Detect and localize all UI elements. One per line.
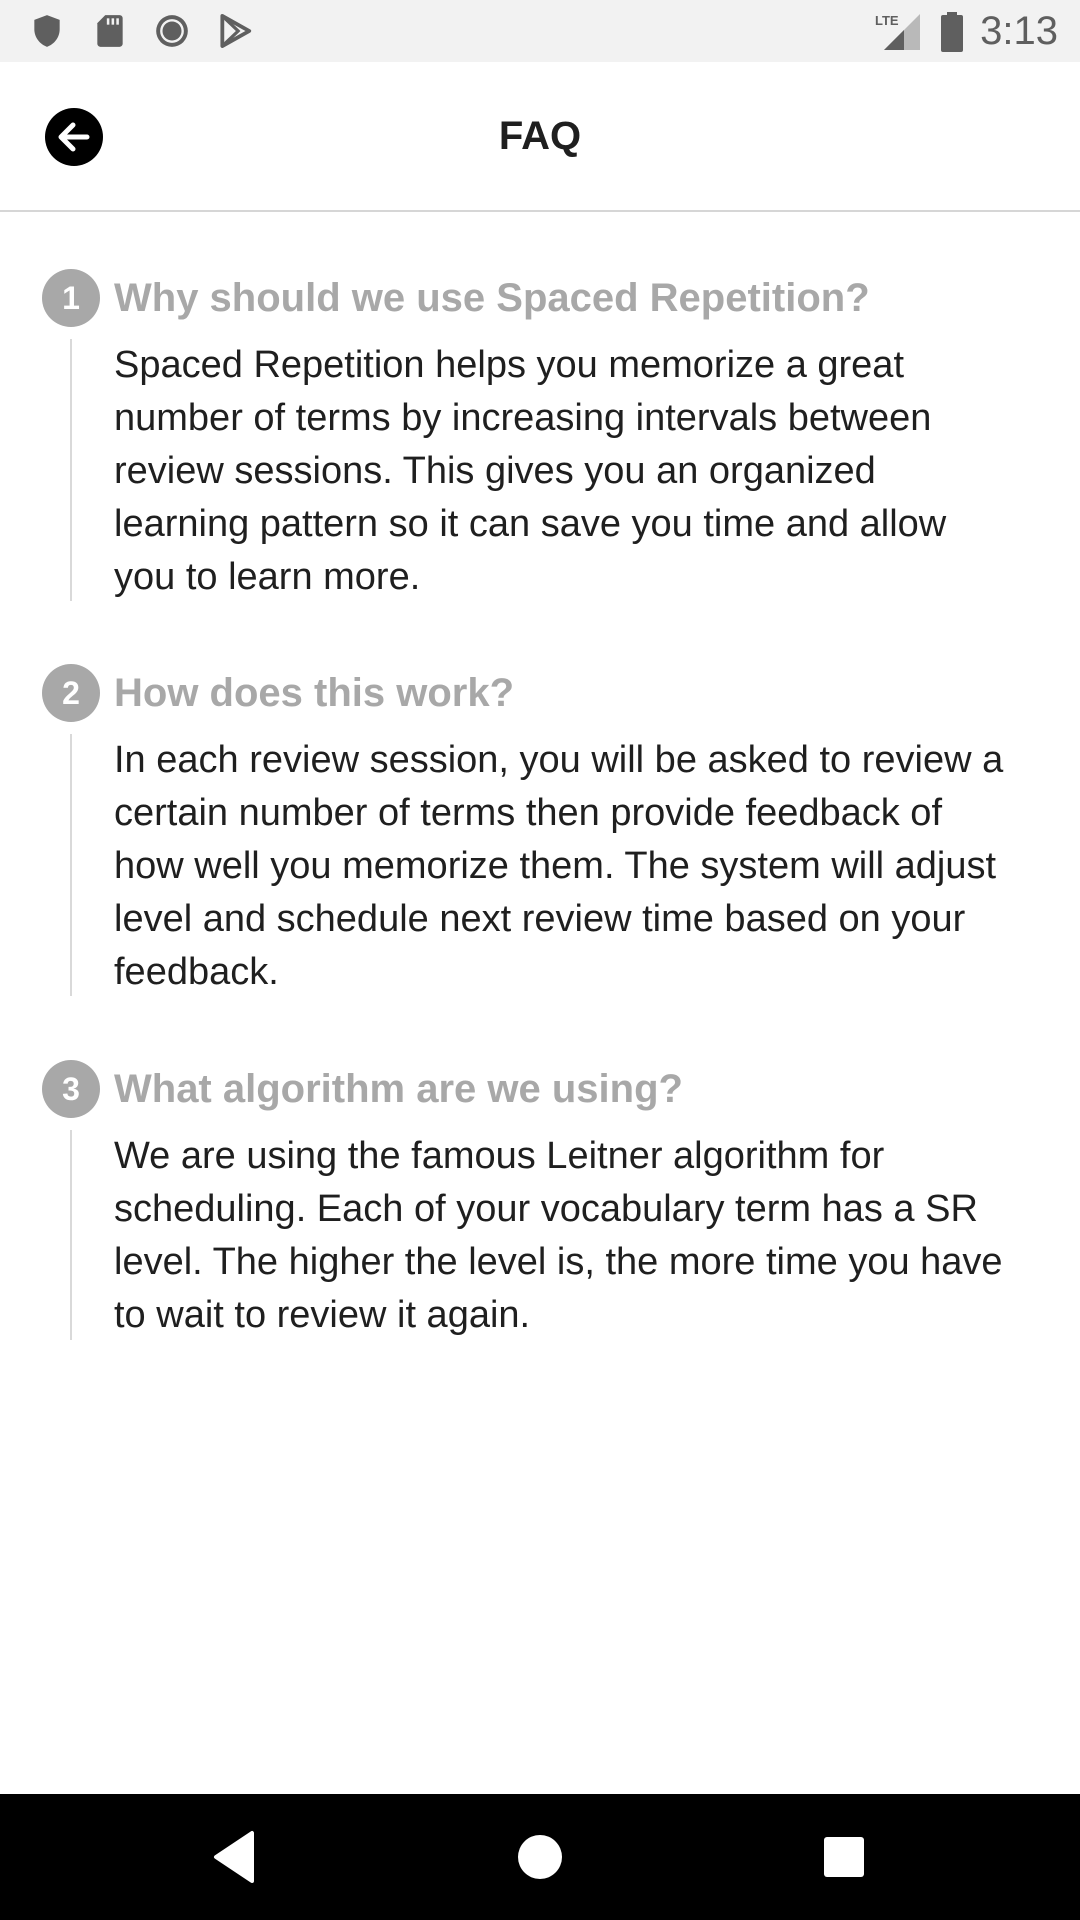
lte-signal-icon: LTE xyxy=(874,12,922,52)
page-title: FAQ xyxy=(498,114,582,158)
nav-recents-button[interactable] xyxy=(814,1827,874,1887)
sd-card-icon xyxy=(91,12,129,50)
faq-number-badge: 1 xyxy=(42,269,100,327)
svg-text:LTE: LTE xyxy=(875,13,899,28)
faq-question: How does this work? xyxy=(114,671,515,715)
app-bar: FAQ xyxy=(0,62,1080,212)
faq-divider-line xyxy=(70,734,72,996)
back-triangle-icon xyxy=(214,1831,254,1883)
navigation-bar xyxy=(0,1794,1080,1920)
faq-question: What algorithm are we using? xyxy=(114,1067,683,1111)
faq-question: Why should we use Spaced Repetition? xyxy=(114,276,870,320)
nav-back-button[interactable] xyxy=(206,1827,266,1887)
record-icon xyxy=(153,12,191,50)
play-store-icon xyxy=(216,12,254,50)
faq-answer: We are using the famous Leitner algorith… xyxy=(114,1135,1003,1336)
shield-icon xyxy=(28,12,66,50)
faq-number-badge: 2 xyxy=(42,664,100,722)
status-bar: LTE 3:13 xyxy=(0,0,1080,62)
status-time: 3:13 xyxy=(980,9,1058,53)
faq-divider-line xyxy=(70,339,72,601)
battery-icon xyxy=(940,12,964,52)
home-circle-icon xyxy=(518,1835,562,1879)
faq-divider-line xyxy=(70,1130,72,1340)
faq-answer: Spaced Repetition helps you memorize a g… xyxy=(114,344,947,598)
nav-home-button[interactable] xyxy=(510,1827,570,1887)
faq-number-badge: 3 xyxy=(42,1060,100,1118)
recents-square-icon xyxy=(824,1837,864,1877)
faq-answer: In each review session, you will be aske… xyxy=(114,739,1004,993)
